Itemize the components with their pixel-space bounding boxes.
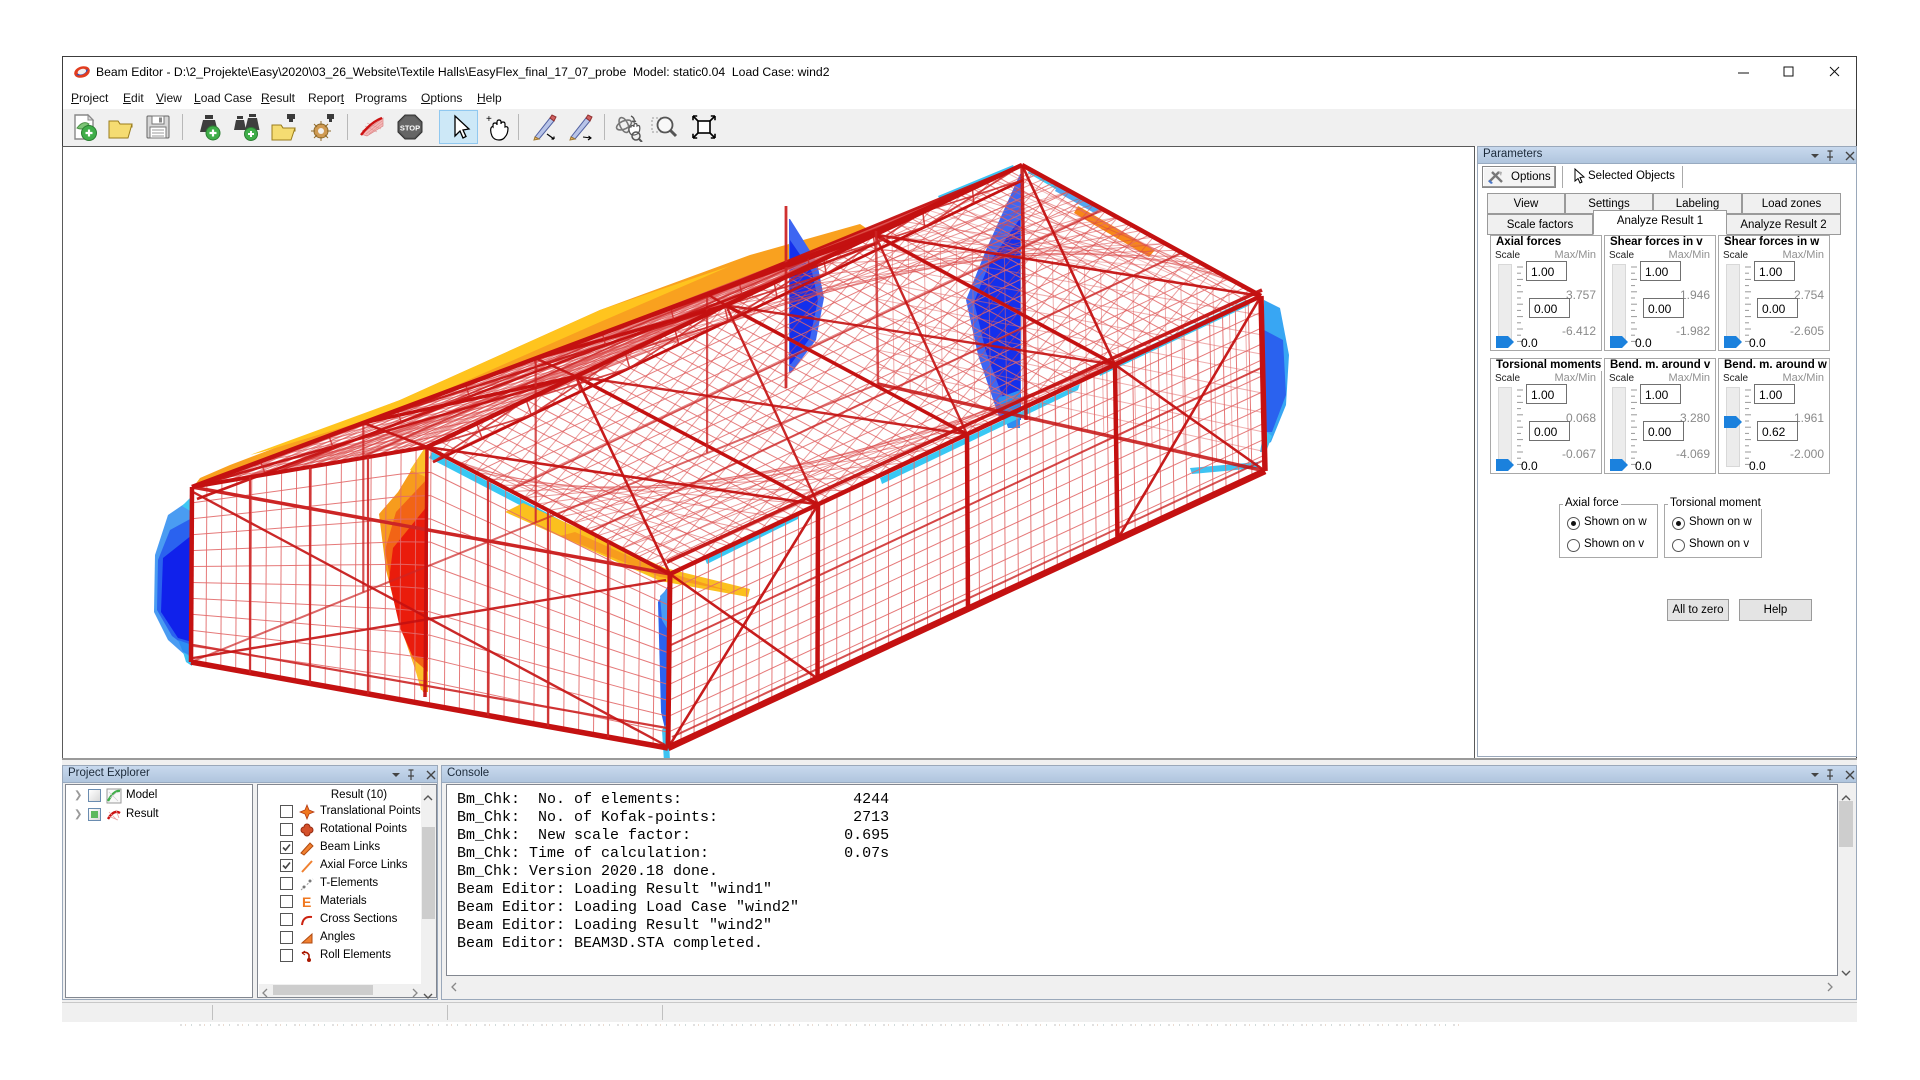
svg-text:+: + <box>486 114 492 125</box>
svg-text:E: E <box>302 894 311 910</box>
svg-text:STOP: STOP <box>400 124 420 133</box>
